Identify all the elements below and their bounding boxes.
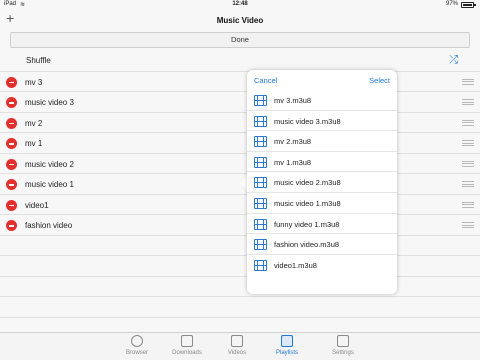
film-icon (254, 156, 267, 168)
film-icon (254, 95, 267, 106)
list-item-label: video1 (25, 200, 49, 210)
reorder-handle-icon[interactable] (462, 160, 474, 167)
film-icon (254, 136, 267, 148)
delete-icon[interactable] (6, 220, 17, 231)
file-item[interactable]: music video 1.m3u8 (247, 193, 397, 214)
film-icon (254, 197, 267, 209)
status-bar: iPad ≋ 12:48 97% (0, 0, 480, 10)
file-picker-popover: Cancel Select mv 3.m3u8 music video 3.m3u… (247, 70, 397, 294)
shuffle-icon[interactable]: ⤮ (449, 54, 458, 67)
list-item[interactable]: music video 2 (0, 154, 480, 174)
globe-icon (131, 335, 143, 347)
file-item-label: music video 3.m3u8 (274, 116, 341, 126)
list-item[interactable]: video1 (0, 195, 480, 215)
film-icon (254, 218, 267, 230)
file-item[interactable]: music video 3.m3u8 (247, 111, 397, 132)
file-item-label: music video 1.m3u8 (274, 198, 341, 208)
file-list: mv 3.m3u8 music video 3.m3u8 mv 2.m3u8 mv 1… (247, 90, 397, 275)
delete-icon[interactable] (6, 199, 17, 211)
file-item[interactable]: mv 2.m3u8 (247, 131, 397, 152)
tab-label: Downloads (172, 350, 202, 356)
tab-label: Videos (227, 350, 247, 356)
tab-label: Browser (125, 350, 148, 356)
shuffle-row[interactable]: Shuffle ⤮ (0, 51, 480, 72)
file-item[interactable]: fashion video.m3u8 (247, 234, 397, 255)
list-item[interactable]: mv 3 (0, 72, 480, 92)
empty-row (0, 277, 480, 297)
delete-icon[interactable] (6, 158, 17, 170)
file-item[interactable]: funny video 1.m3u8 (247, 214, 397, 235)
tab-bar: Browser Downloads Videos Playlists Settings (0, 332, 480, 360)
file-item-label: mv 3.m3u8 (274, 96, 312, 105)
video-icon (231, 335, 243, 347)
delete-icon[interactable] (6, 179, 17, 190)
list-item-label: fashion video (25, 221, 73, 230)
tab-browser[interactable]: Browser (114, 335, 160, 356)
battery-percent: 97% (445, 1, 458, 7)
playlist-icon (281, 335, 293, 347)
popover-header: Cancel Select (247, 70, 397, 90)
cancel-button[interactable]: Cancel (254, 76, 277, 85)
list-item[interactable]: fashion video (0, 215, 480, 236)
list-item[interactable]: music video 3 (0, 92, 480, 113)
list-item-label: music video 2 (25, 159, 74, 169)
list-item-label: music video 3 (25, 98, 74, 107)
list-item[interactable]: mv 1 (0, 133, 480, 154)
file-item[interactable]: mv 1.m3u8 (247, 152, 397, 173)
reorder-handle-icon[interactable] (462, 140, 474, 146)
list-item[interactable]: mv 2 (0, 113, 480, 133)
file-item-label: mv 2.m3u8 (274, 137, 312, 147)
file-item[interactable]: mv 3.m3u8 (247, 90, 397, 111)
delete-icon[interactable] (6, 97, 17, 108)
film-icon (254, 177, 267, 189)
file-item-label: mv 1.m3u8 (274, 157, 312, 167)
file-item-label: funny video 1.m3u8 (274, 219, 340, 229)
list-item-label: mv 1 (25, 139, 43, 148)
tab-settings[interactable]: Settings (320, 335, 366, 356)
popover-arrow (240, 176, 247, 190)
file-item[interactable]: video1.m3u8 (247, 255, 397, 276)
battery-icon (461, 2, 476, 8)
tab-label: Playlists (275, 350, 298, 356)
list-item-label: mv 2 (25, 118, 43, 128)
reorder-handle-icon[interactable] (462, 119, 474, 126)
file-item-label: video1.m3u8 (274, 260, 317, 270)
delete-icon[interactable] (6, 138, 17, 149)
tab-videos[interactable]: Videos (214, 335, 260, 356)
reorder-handle-icon[interactable] (462, 78, 474, 85)
shuffle-label: Shuffle (26, 56, 51, 65)
nav-bar: + Music Video (0, 10, 480, 31)
done-button[interactable]: Done (10, 32, 470, 48)
delete-icon[interactable] (6, 76, 17, 88)
film-icon (254, 115, 267, 127)
settings-icon (337, 335, 349, 347)
empty-row (0, 297, 480, 318)
list-item-label: music video 1 (25, 180, 74, 189)
empty-row (0, 236, 480, 256)
empty-row (0, 256, 480, 277)
download-icon (181, 335, 193, 347)
tab-label: Settings (332, 350, 354, 356)
reorder-handle-icon[interactable] (462, 99, 474, 105)
file-item-label: music video 2.m3u8 (274, 178, 341, 188)
select-button[interactable]: Select (369, 76, 390, 85)
reorder-handle-icon[interactable] (462, 222, 474, 228)
status-time: 12:48 (232, 1, 248, 7)
film-icon (254, 239, 267, 251)
file-item[interactable]: music video 2.m3u8 (247, 172, 397, 193)
page-title: Music Video (216, 16, 264, 25)
list-item-label: mv 3 (25, 77, 43, 87)
tab-downloads[interactable]: Downloads (164, 335, 210, 356)
film-icon (254, 259, 267, 271)
tab-playlists[interactable]: Playlists (264, 335, 310, 356)
reorder-handle-icon[interactable] (462, 201, 474, 208)
file-item-label: fashion video.m3u8 (274, 240, 340, 250)
reorder-handle-icon[interactable] (462, 181, 474, 187)
delete-icon[interactable] (6, 117, 17, 129)
